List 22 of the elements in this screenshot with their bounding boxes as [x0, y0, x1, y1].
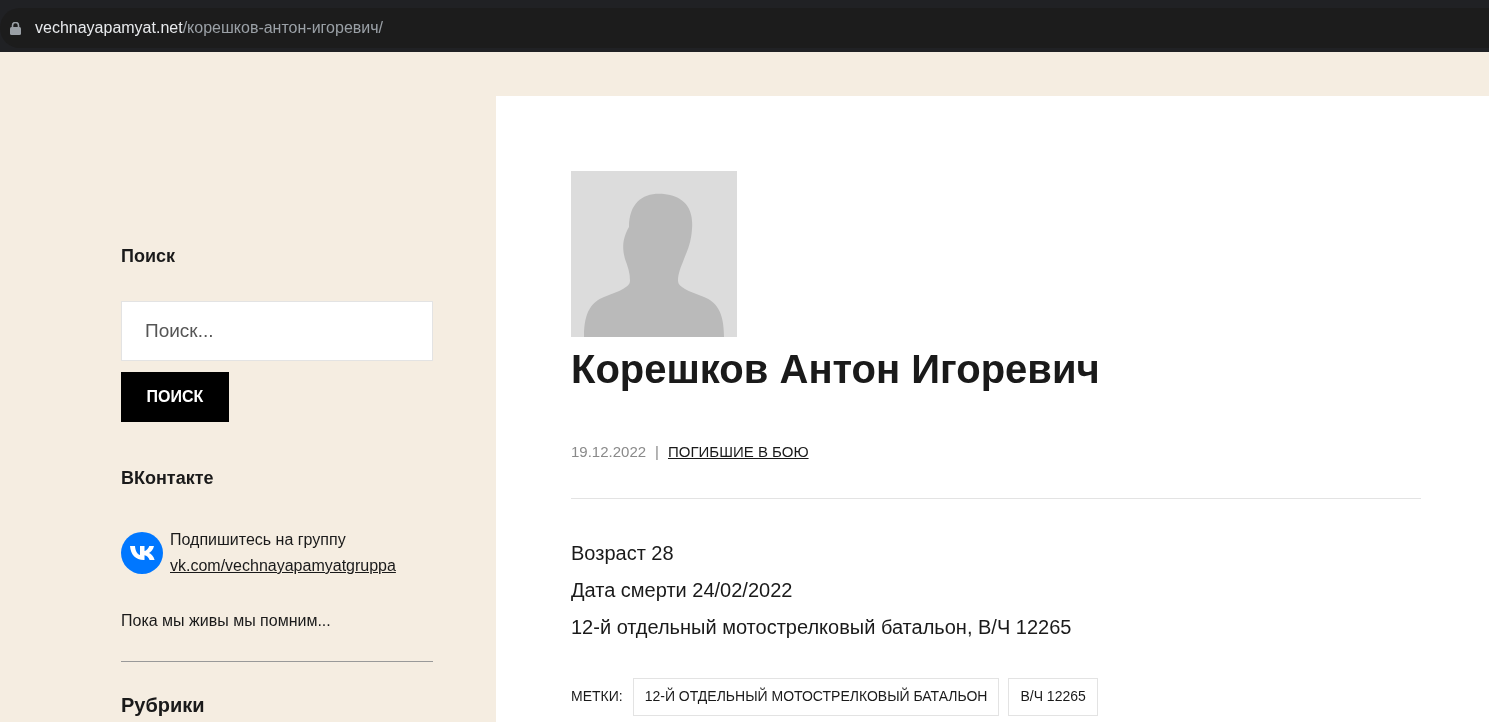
tag-link[interactable]: В/Ч 12265: [1008, 677, 1098, 716]
address-bar[interactable]: vechnayapamyat.net/корешков-антон-игоревич/: [0, 8, 1489, 48]
post-text-line: 12-й отдельный мотострелковый батальон, В/Ч 12265: [571, 614, 1073, 640]
vk-group-link[interactable]: vk.com/vechnayapamyatgruppa: [170, 553, 396, 579]
post-title: Корешков Антон Игоревич: [571, 346, 1101, 393]
post-text-line: Возраст 28: [571, 540, 675, 566]
post-text-line: Дата смерти 24/02/2022: [571, 577, 794, 603]
vk-subscribe-text: Подпишитесь на группу: [170, 530, 347, 550]
widget-title: ВКонтакте: [121, 467, 215, 490]
tag-link[interactable]: 12-Й ОТДЕЛЬНЫЙ МОТОСТРЕЛКОВЫЙ БАТАЛЬОН: [632, 677, 1000, 716]
search-button[interactable]: ПОИСК: [121, 372, 229, 422]
post-date: 19.12.2022: [571, 442, 647, 462]
url-text: vechnayapamyat.net/корешков-антон-игоревич/: [35, 18, 383, 38]
vk-logo-icon: [121, 532, 163, 574]
lock-icon: [10, 21, 21, 35]
motto-text: Пока мы живы мы помним...: [121, 611, 332, 631]
widget-title: Рубрики: [121, 694, 206, 716]
widget-title: Поиск: [121, 245, 177, 268]
search-field[interactable]: Поиск...: [121, 301, 433, 361]
tags-label: МЕТКИ:: [571, 687, 623, 706]
category-link[interactable]: ПОГИБШИЕ В БОЮ: [668, 441, 809, 464]
meta-separator: |: [655, 442, 659, 462]
